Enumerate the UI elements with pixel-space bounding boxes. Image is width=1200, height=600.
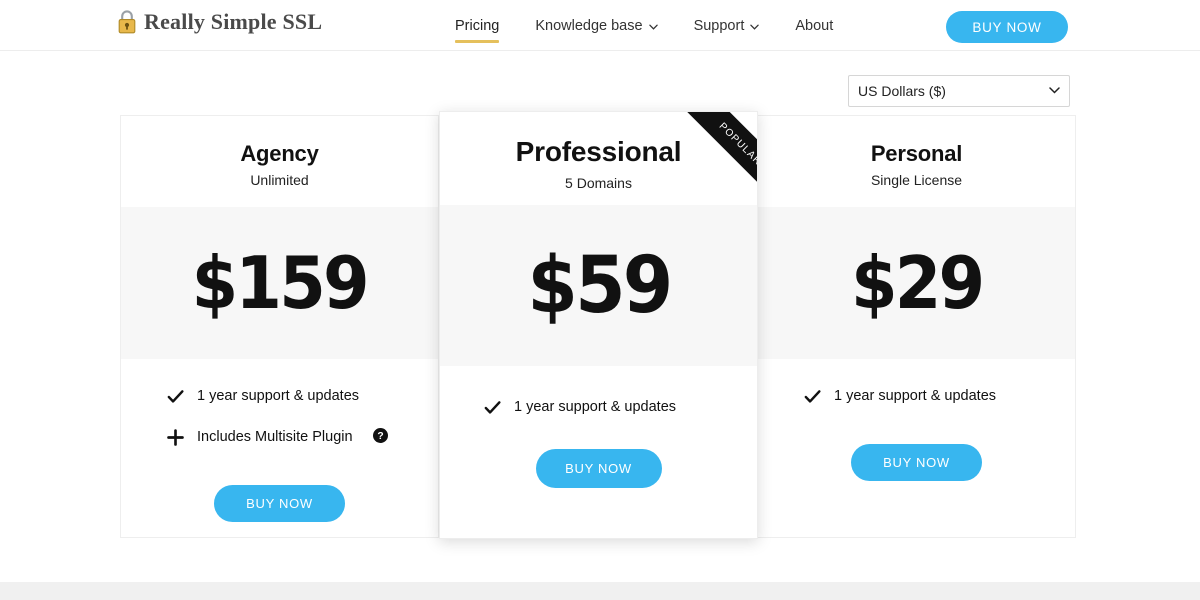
plan-price-agency: $159 (191, 241, 370, 325)
feature-item: 1 year support & updates (484, 396, 757, 418)
pricing-card-professional: POPULAR Professional 5 Domains $59 1 yea… (439, 111, 758, 539)
buy-now-button-agency[interactable]: BUY NOW (214, 485, 345, 522)
question-mark-icon[interactable]: ? (366, 427, 388, 447)
check-icon (804, 388, 821, 405)
plan-title-professional: Professional (515, 136, 682, 167)
plan-price-personal: $29 (850, 241, 985, 325)
nav-item-pricing[interactable]: Pricing (455, 0, 517, 51)
nav-label-support: Support (693, 17, 745, 34)
chevron-down-icon (750, 18, 760, 34)
pricing-page: Really Simple SSL Pricing Knowledge base… (0, 0, 1200, 600)
plan-price-professional: $59 (526, 240, 673, 331)
plan-header-agency: Agency Unlimited (121, 116, 438, 207)
feature-label: 1 year support & updates (834, 388, 997, 404)
footer-band (0, 582, 1200, 600)
check-icon (167, 388, 184, 405)
site-header: Really Simple SSL Pricing Knowledge base… (0, 0, 1200, 51)
nav-label-about: About (795, 17, 834, 34)
nav-item-support[interactable]: Support (676, 0, 778, 51)
plan-body-professional: 1 year support & updates BUY NOW (440, 366, 757, 538)
plan-title-agency: Agency (240, 141, 319, 166)
nav-item-knowledge-base[interactable]: Knowledge base (517, 0, 675, 51)
currency-select[interactable]: US Dollars ($) (848, 75, 1070, 107)
feature-label: 1 year support & updates (514, 399, 677, 415)
site-logo-text: Really Simple SSL (144, 9, 323, 34)
plan-title-personal: Personal (870, 141, 963, 166)
chevron-down-icon (648, 18, 658, 34)
feature-list-professional: 1 year support & updates (440, 396, 757, 437)
plan-header-personal: Personal Single License (758, 116, 1075, 207)
plan-body-personal: 1 year support & updates BUY NOW (758, 359, 1075, 537)
plus-icon (167, 428, 184, 446)
feature-list-agency: 1 year support & updates Includes Multis… (121, 385, 438, 467)
pricing-card-personal: Personal Single License $29 1 year suppo… (757, 115, 1076, 538)
svg-text:?: ? (377, 431, 383, 442)
feature-list-personal: 1 year support & updates (758, 385, 1075, 426)
check-icon (484, 399, 501, 416)
feature-item: 1 year support & updates (167, 385, 438, 407)
feature-label: Includes Multisite Plugin (197, 429, 353, 445)
pricing-card-agency: Agency Unlimited $159 1 year support & u… (120, 115, 439, 538)
feature-item: Includes Multisite Plugin ? (167, 426, 438, 448)
header-buy-now-button[interactable]: BUY NOW (946, 11, 1068, 43)
plan-price-section-agency: $159 (121, 207, 438, 359)
plan-price-section-professional: $59 (440, 205, 757, 366)
nav-item-about[interactable]: About (777, 0, 851, 51)
plan-header-professional: Professional 5 Domains (440, 112, 757, 205)
feature-item: 1 year support & updates (804, 385, 1075, 407)
pricing-table: Agency Unlimited $159 1 year support & u… (120, 111, 1076, 539)
plan-subtitle-personal: Single License (870, 172, 963, 189)
nav-label-knowledge-base: Knowledge base (535, 17, 643, 34)
plan-subtitle-professional: 5 Domains (565, 175, 632, 192)
padlock-icon (117, 9, 137, 35)
buy-now-button-professional[interactable]: BUY NOW (535, 449, 662, 488)
feature-label: 1 year support & updates (197, 388, 360, 404)
currency-selector: US Dollars ($) (848, 75, 1070, 107)
main-navigation: Pricing Knowledge base Support About (455, 0, 851, 51)
plan-body-agency: 1 year support & updates Includes Multis… (121, 359, 438, 537)
nav-label-pricing: Pricing (455, 17, 500, 34)
plan-price-section-personal: $29 (758, 207, 1075, 359)
site-logo[interactable]: Really Simple SSL (117, 9, 322, 35)
buy-now-button-personal[interactable]: BUY NOW (851, 444, 982, 481)
plan-subtitle-agency: Unlimited (250, 172, 309, 189)
